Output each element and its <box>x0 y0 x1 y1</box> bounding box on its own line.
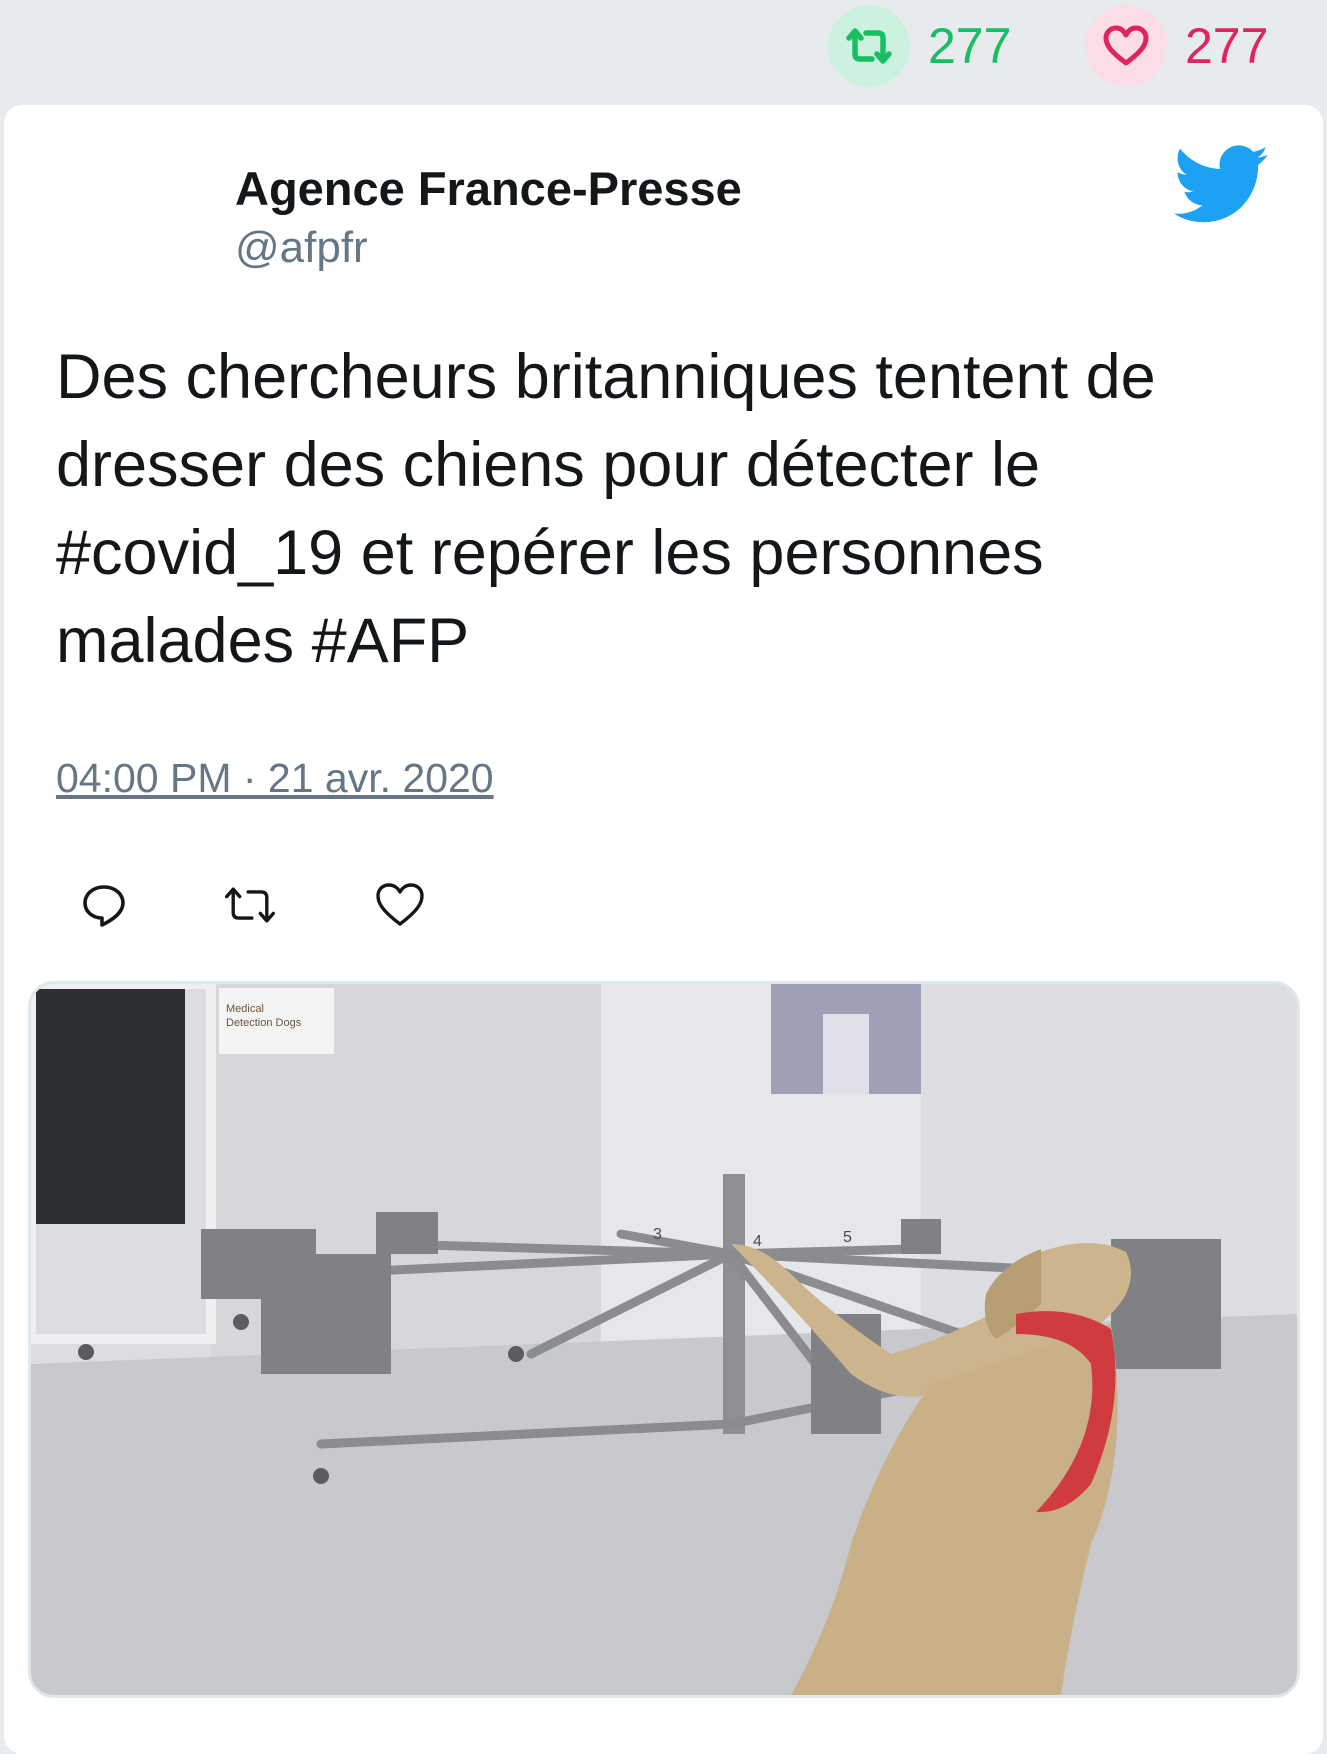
carousel-number-5: 5 <box>843 1229 852 1246</box>
like-stat-icon <box>1085 5 1167 87</box>
tweet-media-image[interactable]: Medical Detection Dogs 3 4 5 <box>28 981 1300 1698</box>
author-handle[interactable]: @afpfr <box>235 223 368 273</box>
carousel-number-3: 3 <box>653 1226 662 1243</box>
retweet-stat[interactable]: 277 <box>828 4 1011 88</box>
tweet-timestamp[interactable]: 04:00 PM · 21 avr. 2020 <box>56 755 494 802</box>
tweet-stats-bar: 277 277 <box>0 0 1327 100</box>
retweet-button[interactable] <box>222 877 278 933</box>
like-count: 277 <box>1185 18 1269 74</box>
reply-button[interactable] <box>76 877 132 933</box>
sign-text-line2: Detection Dogs <box>226 1017 302 1029</box>
like-button[interactable] <box>372 877 428 933</box>
carousel-number-4: 4 <box>753 1233 762 1250</box>
reply-icon <box>83 885 125 927</box>
sign-text-line1: Medical <box>226 1003 264 1015</box>
twitter-bird-icon[interactable] <box>1174 145 1270 225</box>
retweet-icon <box>224 887 276 923</box>
author-name[interactable]: Agence France-Presse <box>235 161 742 216</box>
tweet-text: Des chercheurs britanniques tentent de d… <box>56 342 1156 676</box>
like-stat[interactable]: 277 <box>1085 4 1268 88</box>
retweet-count: 277 <box>928 18 1012 74</box>
media-photo: Medical Detection Dogs 3 4 5 <box>31 984 1297 1695</box>
tweet-card: Agence France-Presse @afpfr Des chercheu… <box>4 105 1323 1754</box>
like-icon <box>376 883 424 926</box>
retweet-stat-icon <box>828 5 910 87</box>
